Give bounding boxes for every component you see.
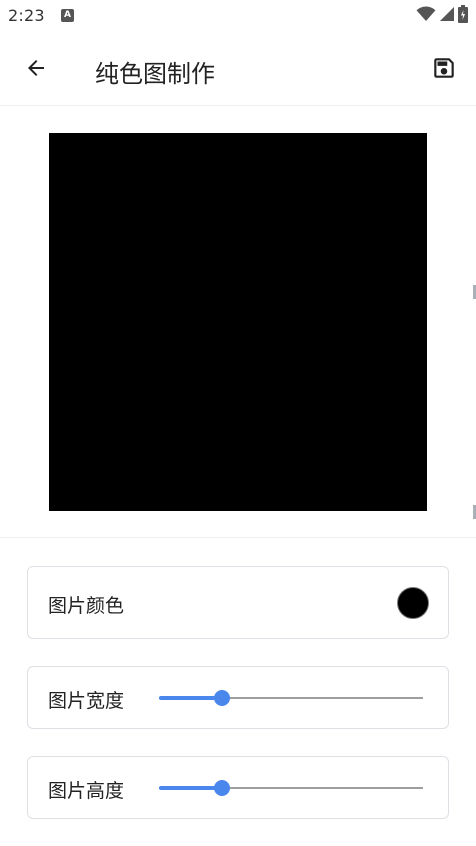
width-label: 图片宽度 <box>48 690 125 712</box>
height-slider-thumb[interactable] <box>214 780 230 796</box>
battery-icon <box>458 5 468 27</box>
color-swatch[interactable] <box>397 587 429 619</box>
page-title: 纯色图制作 <box>95 60 215 88</box>
status-icons <box>416 5 468 27</box>
wifi-icon <box>416 6 436 26</box>
app-bar: 纯色图制作 <box>0 32 476 106</box>
save-icon <box>431 55 457 85</box>
solid-color-preview <box>49 133 427 511</box>
back-button[interactable] <box>18 52 54 88</box>
color-setting-card[interactable]: 图片颜色 <box>27 566 449 639</box>
arrow-left-icon <box>24 56 48 84</box>
height-label: 图片高度 <box>48 780 125 802</box>
signal-icon <box>439 6 455 26</box>
preview-area <box>0 106 476 538</box>
width-setting-card: 图片宽度 <box>27 666 449 729</box>
width-slider-fill <box>159 696 222 700</box>
status-time: 2:23 <box>8 6 45 25</box>
notification-icon: A <box>61 9 74 22</box>
height-setting-card: 图片高度 <box>27 756 449 819</box>
color-label: 图片颜色 <box>48 595 125 617</box>
status-bar: 2:23 A <box>0 0 476 32</box>
width-slider[interactable] <box>159 689 423 707</box>
height-slider-fill <box>159 786 222 790</box>
save-button[interactable] <box>426 52 462 88</box>
width-slider-thumb[interactable] <box>214 690 230 706</box>
height-slider[interactable] <box>159 779 423 797</box>
